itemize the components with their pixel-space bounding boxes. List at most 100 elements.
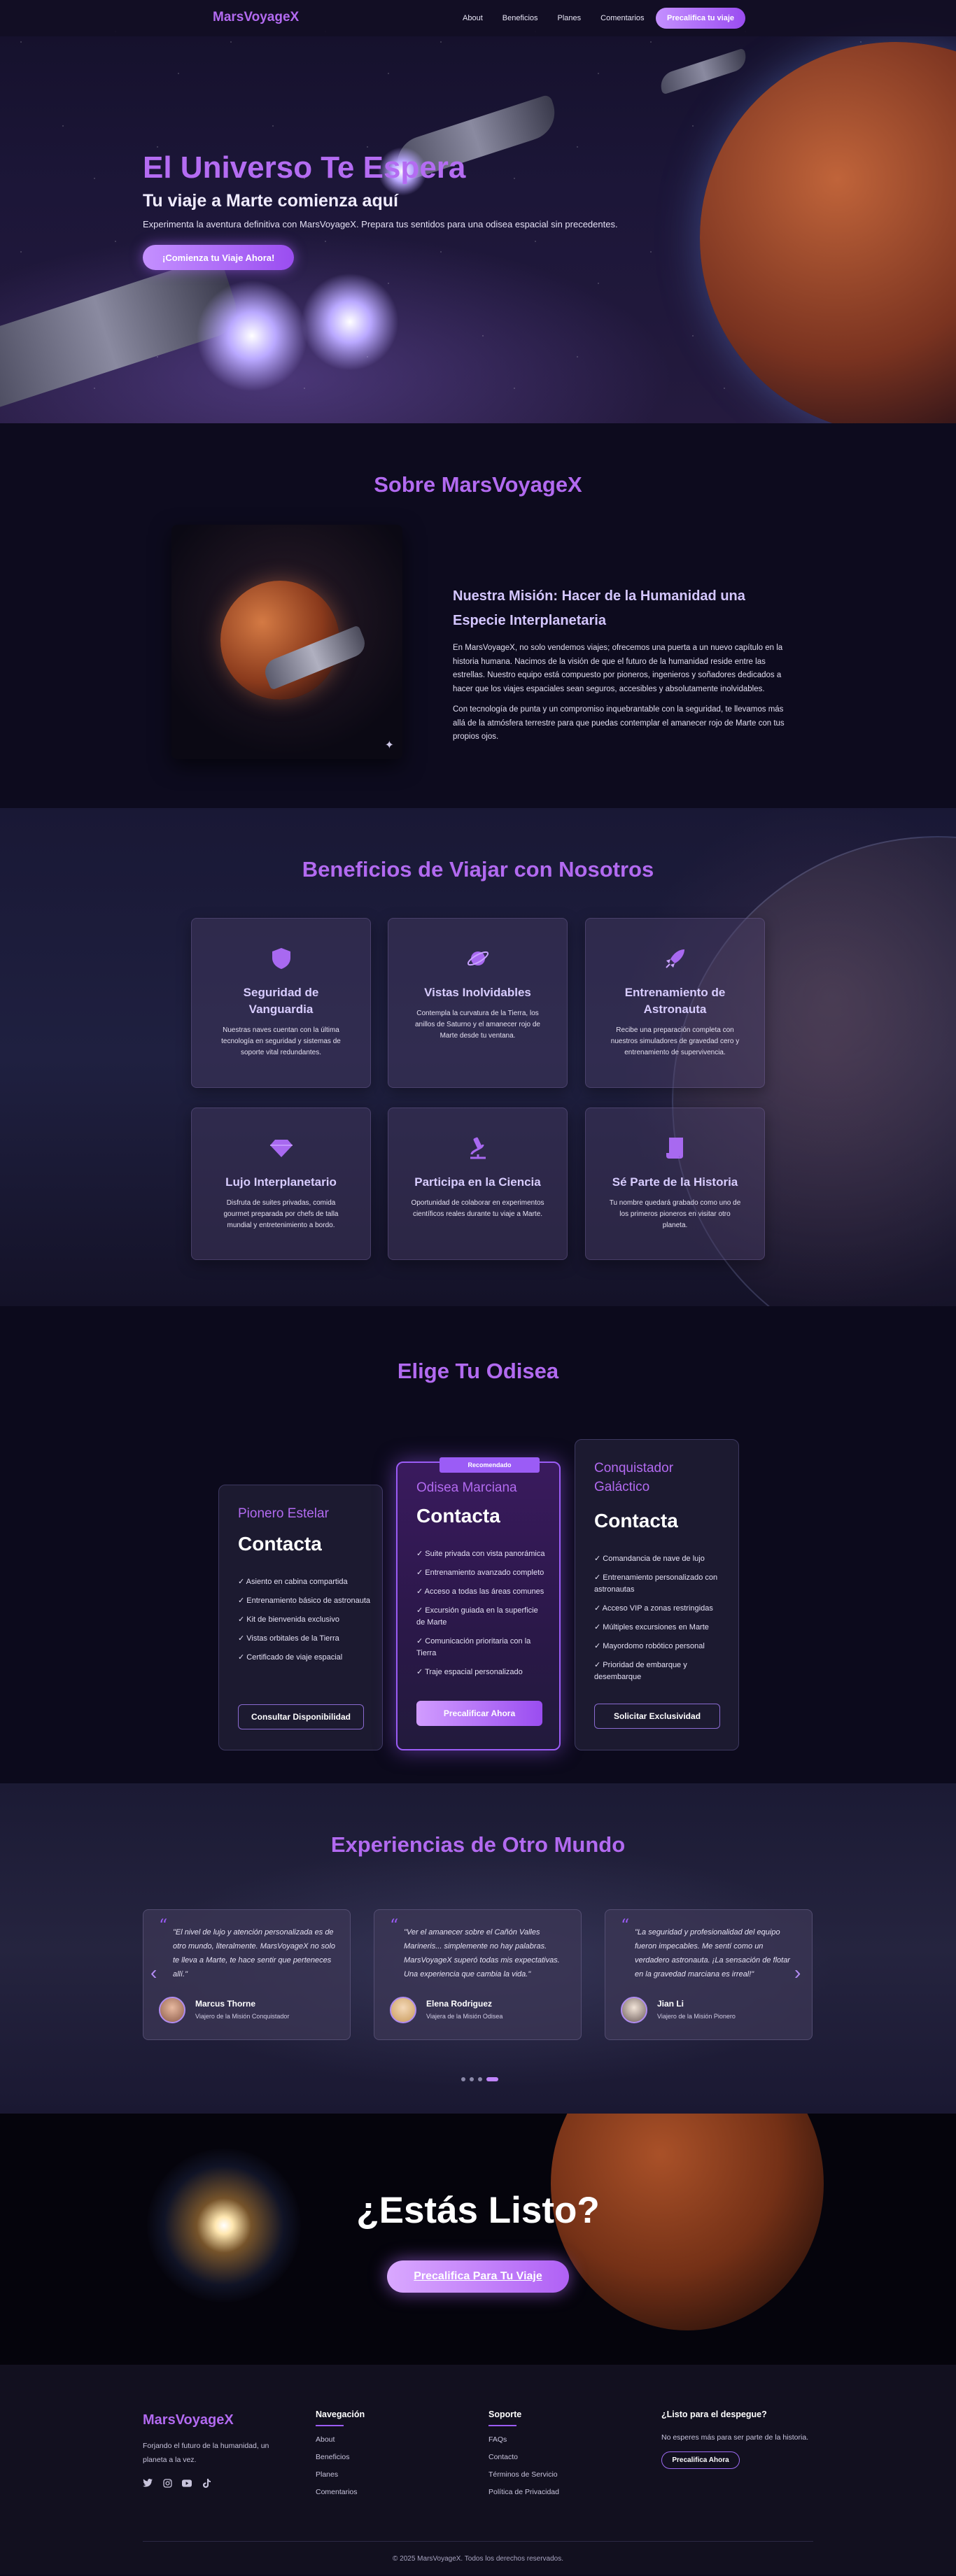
footer: MarsVoyageX Forjando el futuro de la hum… — [0, 2365, 956, 2575]
testimonial-name: Elena Rodriguez — [426, 1999, 493, 2009]
plan-card-odisea: Odisea Marciana Contacta ✓ Suite privada… — [396, 1462, 561, 1750]
hero-subtitle: Tu viaje a Marte comienza aquí — [143, 191, 398, 211]
shield-icon — [269, 947, 293, 970]
sparkle-icon: ✦ — [384, 739, 394, 751]
plan-feature: ✓ Certificado de viaje espacial — [238, 1653, 343, 1662]
benefit-title: Vistas Inolvidables — [424, 986, 531, 999]
footer-link-privacidad[interactable]: Política de Privacidad — [488, 2488, 559, 2496]
plan-feature: ✓ Mayordomo robótico personal — [594, 1642, 705, 1650]
nav-link-comentarios[interactable]: Comentarios — [600, 14, 644, 22]
hero-text: Experimenta la aventura definitiva con M… — [143, 219, 618, 229]
hero-engine-glow — [301, 273, 399, 371]
nav-logo[interactable]: MarsVoyageX — [213, 10, 299, 25]
nav-cta-button[interactable]: Precalifica tu viaje — [656, 8, 745, 29]
footer-link-beneficios[interactable]: Beneficios — [316, 2453, 365, 2461]
testimonial-name: Marcus Thorne — [195, 1999, 256, 2009]
benefit-text: Tu nombre quedará grabado como uno de lo… — [609, 1199, 741, 1229]
footer-ready-text: No esperes más para ser parte de la hist… — [661, 2433, 809, 2442]
quote-icon: “ — [390, 1916, 399, 1935]
plans-section: Elige Tu Odisea Pionero Estelar Contacta… — [0, 1306, 956, 1783]
plan-price: Contacta — [594, 1510, 678, 1531]
carousel-dot[interactable] — [461, 2077, 465, 2081]
footer-link-terminos[interactable]: Términos de Servicio — [488, 2470, 559, 2479]
benefit-title: Lujo Interplanetario — [225, 1175, 337, 1189]
plan-button-consultar[interactable]: Consultar Disponibilidad — [238, 1704, 364, 1729]
plan-card-conquistador: Conquistador Galáctico Contacta ✓ Comand… — [575, 1439, 739, 1750]
recommended-badge: Recomendado — [440, 1457, 540, 1473]
divider — [316, 2425, 344, 2426]
carousel-dot[interactable] — [470, 2077, 474, 2081]
social-links — [143, 2478, 211, 2488]
footer-link-about[interactable]: About — [316, 2435, 365, 2444]
footer-nav-title: Navegación — [316, 2409, 365, 2419]
plan-price: Contacta — [416, 1505, 500, 1527]
nav-link-about[interactable]: About — [463, 14, 483, 22]
about-heading: Nuestra Misión: Hacer de la Humanidad un… — [453, 588, 745, 628]
twitter-icon[interactable] — [143, 2478, 153, 2488]
plan-features: ✓ Comandancia de nave de lujo ✓ Entrenam… — [594, 1553, 724, 1683]
cta-button[interactable]: Precalifica Para Tu Viaje — [387, 2260, 569, 2293]
nav-link-planes[interactable]: Planes — [558, 14, 582, 22]
benefit-text: Nuestras naves cuentan con la última tec… — [221, 1026, 341, 1056]
planet-icon — [466, 947, 490, 970]
benefit-card: Lujo Interplanetario Disfruta de suites … — [191, 1107, 371, 1260]
footer-link-contacto[interactable]: Contacto — [488, 2453, 559, 2461]
benefit-card: Vistas Inolvidables Contempla la curvatu… — [388, 918, 568, 1088]
footer-ready-title: ¿Listo para el despegue? — [661, 2409, 767, 2419]
hero-start-button[interactable]: ¡Comienza tu Viaje Ahora! — [143, 245, 295, 270]
plan-feature: ✓ Entrenamiento avanzado completo — [416, 1569, 544, 1577]
about-paragraph-2: Con tecnología de punta y un compromiso … — [453, 705, 785, 741]
plan-feature: ✓ Prioridad de embarque y desembarque — [594, 1661, 687, 1681]
plan-name: Conquistador Galáctico — [594, 1461, 674, 1494]
plan-feature: ✓ Comunicación prioritaria con la Tierra — [416, 1637, 531, 1657]
plan-feature: ✓ Entrenamiento básico de astronauta — [238, 1597, 370, 1605]
footer-link-faqs[interactable]: FAQs — [488, 2435, 559, 2444]
copyright: © 2025 MarsVoyageX. Todos los derechos r… — [393, 2555, 563, 2563]
avatar — [159, 1997, 185, 2023]
footer-support-title: Soporte — [488, 2409, 522, 2419]
quote-icon: “ — [621, 1916, 630, 1935]
testimonial-role: Viajero de la Misión Pionero — [657, 2013, 736, 2020]
testimonial-card: “ "El nivel de lujo y atención personali… — [143, 1909, 351, 2040]
footer-ready-column: ¿Listo para el despegue? No esperes más … — [661, 2409, 829, 2469]
quote-icon: “ — [159, 1916, 168, 1935]
instagram-icon[interactable] — [162, 2478, 172, 2488]
plan-features: ✓ Asiento en cabina compartida ✓ Entrena… — [238, 1576, 371, 1664]
tiktok-icon[interactable] — [202, 2478, 211, 2488]
plan-feature: ✓ Vistas orbitales de la Tierra — [238, 1634, 339, 1643]
plan-card-pionero: Pionero Estelar Contacta ✓ Asiento en ca… — [218, 1485, 383, 1750]
testimonial-quote: "Ver el amanecer sobre el Cañón Valles M… — [404, 1928, 560, 1979]
footer-link-comentarios[interactable]: Comentarios — [316, 2488, 365, 2496]
benefit-title: Participa en la Ciencia — [414, 1175, 541, 1189]
hero-engine-glow — [196, 280, 308, 392]
benefit-card: Sé Parte de la Historia Tu nombre quedar… — [585, 1107, 765, 1260]
avatar — [621, 1997, 647, 2023]
microscope-icon — [466, 1136, 490, 1160]
testimonial-role: Viajero de la Misión Conquistador — [195, 2013, 290, 2020]
plan-button-precalificar[interactable]: Precalificar Ahora — [416, 1701, 542, 1726]
scroll-icon — [663, 1136, 687, 1160]
about-title: Sobre MarsVoyageX — [374, 472, 582, 497]
footer-tagline: Forjando el futuro de la humanidad, un p… — [143, 2442, 269, 2464]
youtube-icon[interactable] — [182, 2478, 192, 2488]
benefits-section: Beneficios de Viajar con Nosotros Seguri… — [0, 808, 956, 1306]
plan-button-solicitar[interactable]: Solicitar Exclusividad — [594, 1704, 720, 1729]
diamond-icon — [269, 1136, 293, 1160]
testimonial-name: Jian Li — [657, 1999, 684, 2009]
footer-nav-column: Navegación About Beneficios Planes Comen… — [316, 2409, 365, 2496]
benefit-text: Recibe una preparación completa con nues… — [610, 1026, 740, 1056]
carousel-dot-active[interactable] — [486, 2077, 498, 2081]
carousel-dot[interactable] — [478, 2077, 482, 2081]
divider — [488, 2425, 516, 2426]
chevron-right-icon[interactable]: › — [794, 1962, 801, 1984]
footer-logo[interactable]: MarsVoyageX — [143, 2412, 234, 2428]
footer-precalifica-button[interactable]: Precalifica Ahora — [661, 2451, 740, 2469]
benefit-card: Seguridad de Vanguardia Nuestras naves c… — [191, 918, 371, 1088]
nav-link-beneficios[interactable]: Beneficios — [502, 14, 538, 22]
chevron-left-icon[interactable]: ‹ — [150, 1962, 157, 1984]
testimonial-quote: "La seguridad y profesionalidad del equi… — [635, 1928, 790, 1979]
benefit-title: Sé Parte de la Historia — [612, 1175, 738, 1189]
footer-link-planes[interactable]: Planes — [316, 2470, 365, 2479]
plans-title: Elige Tu Odisea — [397, 1359, 559, 1383]
plan-features: ✓ Suite privada con vista panorámica ✓ E… — [416, 1548, 546, 1678]
